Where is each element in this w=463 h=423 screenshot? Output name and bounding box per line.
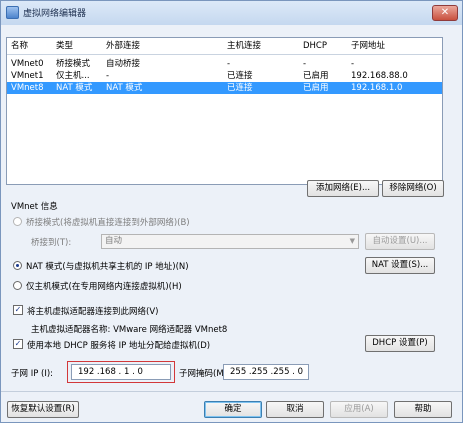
cell-subnet: - (351, 59, 355, 69)
header-type[interactable]: 类型 (56, 38, 73, 55)
cell-dhcp: 已启用 (303, 83, 329, 93)
bridge-to-label: 桥接到(T): (31, 238, 72, 248)
subnet-ip-input[interactable]: 192 .168 . 1 . 0 (71, 364, 171, 380)
cell-host: - (227, 59, 231, 69)
table-row-selected[interactable]: VMnet8 NAT 模式 NAT 模式 已连接 已启用 192.168.1.0 (7, 82, 442, 94)
cell-type: 仅主机... (56, 71, 90, 81)
cell-subnet: 192.168.1.0 (351, 83, 403, 93)
cell-type: NAT 模式 (56, 83, 93, 93)
cell-type: 桥接模式 (56, 59, 91, 69)
connect-adapter-checkbox[interactable]: ✓ (13, 305, 23, 315)
cell-external: NAT 模式 (106, 83, 143, 93)
chevron-down-icon: ▼ (349, 237, 355, 245)
host-only-label: 仅主机模式(在专用网络内连接虚拟机)(H) (26, 282, 182, 292)
table-row[interactable]: VMnet0 桥接模式 自动桥接 - - - (7, 58, 442, 70)
ok-button[interactable]: 确定 (204, 401, 262, 418)
restore-defaults-button[interactable]: 恢复默认设置(R) (7, 401, 79, 418)
cell-external: - (106, 71, 110, 81)
network-list[interactable]: 名称 类型 外部连接 主机连接 DHCP 子网地址 VMnet0 桥接模式 自动… (6, 37, 443, 185)
close-button[interactable]: ✕ (432, 5, 458, 21)
bridge-mode-radio[interactable] (13, 217, 22, 226)
cell-name: VMnet1 (11, 71, 44, 81)
cell-dhcp: - (303, 59, 307, 69)
nat-settings-button[interactable]: NAT 设置(S)... (365, 257, 435, 274)
bridge-to-value: 自动 (105, 236, 123, 246)
table-row[interactable]: VMnet1 仅主机... - 已连接 已启用 192.168.88.0 (7, 70, 442, 82)
use-dhcp-checkbox[interactable]: ✓ (13, 339, 23, 349)
remove-network-button[interactable]: 移除网络(O) (382, 180, 444, 197)
vmnet-info-title: VMnet 信息 (11, 202, 58, 212)
subnet-ip-label: 子网 IP (I): (11, 369, 54, 379)
apply-button[interactable]: 应用(A) (330, 401, 388, 418)
separator (1, 391, 462, 392)
header-name[interactable]: 名称 (11, 38, 28, 55)
header-external[interactable]: 外部连接 (106, 38, 140, 55)
dhcp-settings-button[interactable]: DHCP 设置(P) (365, 335, 435, 352)
cell-host: 已连接 (227, 83, 253, 93)
auto-settings-button[interactable]: 自动设置(U)... (365, 233, 435, 250)
header-subnet[interactable]: 子网地址 (351, 38, 385, 55)
use-dhcp-label: 使用本地 DHCP 服务将 IP 地址分配给虚拟机(D) (27, 341, 211, 351)
help-button[interactable]: 帮助 (394, 401, 452, 418)
host-only-radio[interactable] (13, 281, 22, 290)
virtual-network-editor-window: 虚拟网络编辑器 ✕ 名称 类型 外部连接 主机连接 DHCP 子网地址 VMne… (0, 0, 463, 423)
nat-mode-label: NAT 模式(与虚拟机共享主机的 IP 地址)(N) (26, 262, 189, 272)
cell-name: VMnet0 (11, 59, 44, 69)
add-network-button[interactable]: 添加网络(E)... (307, 180, 379, 197)
cell-subnet: 192.168.88.0 (351, 71, 408, 81)
window-title: 虚拟网络编辑器 (23, 9, 87, 19)
nat-mode-radio[interactable] (13, 261, 22, 270)
list-header: 名称 类型 外部连接 主机连接 DHCP 子网地址 (7, 38, 442, 55)
cell-dhcp: 已启用 (303, 71, 329, 81)
connect-adapter-label: 将主机虚拟适配器连接到此网络(V) (27, 307, 159, 317)
header-host[interactable]: 主机连接 (227, 38, 261, 55)
dialog-content: 名称 类型 外部连接 主机连接 DHCP 子网地址 VMnet0 桥接模式 自动… (1, 25, 462, 422)
title-bar: 虚拟网络编辑器 ✕ (1, 1, 462, 25)
app-icon (6, 6, 19, 19)
adapter-name-label: 主机虚拟适配器名称: VMware 网络适配器 VMnet8 (31, 325, 228, 335)
subnet-mask-input[interactable]: 255 .255 .255 . 0 (223, 364, 309, 380)
cell-name: VMnet8 (11, 83, 44, 93)
header-dhcp[interactable]: DHCP (303, 38, 327, 55)
cell-external: 自动桥接 (106, 59, 141, 69)
bridge-mode-label: 桥接模式(将虚拟机直接连接到外部网络)(B) (26, 218, 190, 228)
bridge-to-select[interactable]: 自动 ▼ (101, 234, 359, 249)
cell-host: 已连接 (227, 71, 253, 81)
cancel-button[interactable]: 取消 (266, 401, 324, 418)
